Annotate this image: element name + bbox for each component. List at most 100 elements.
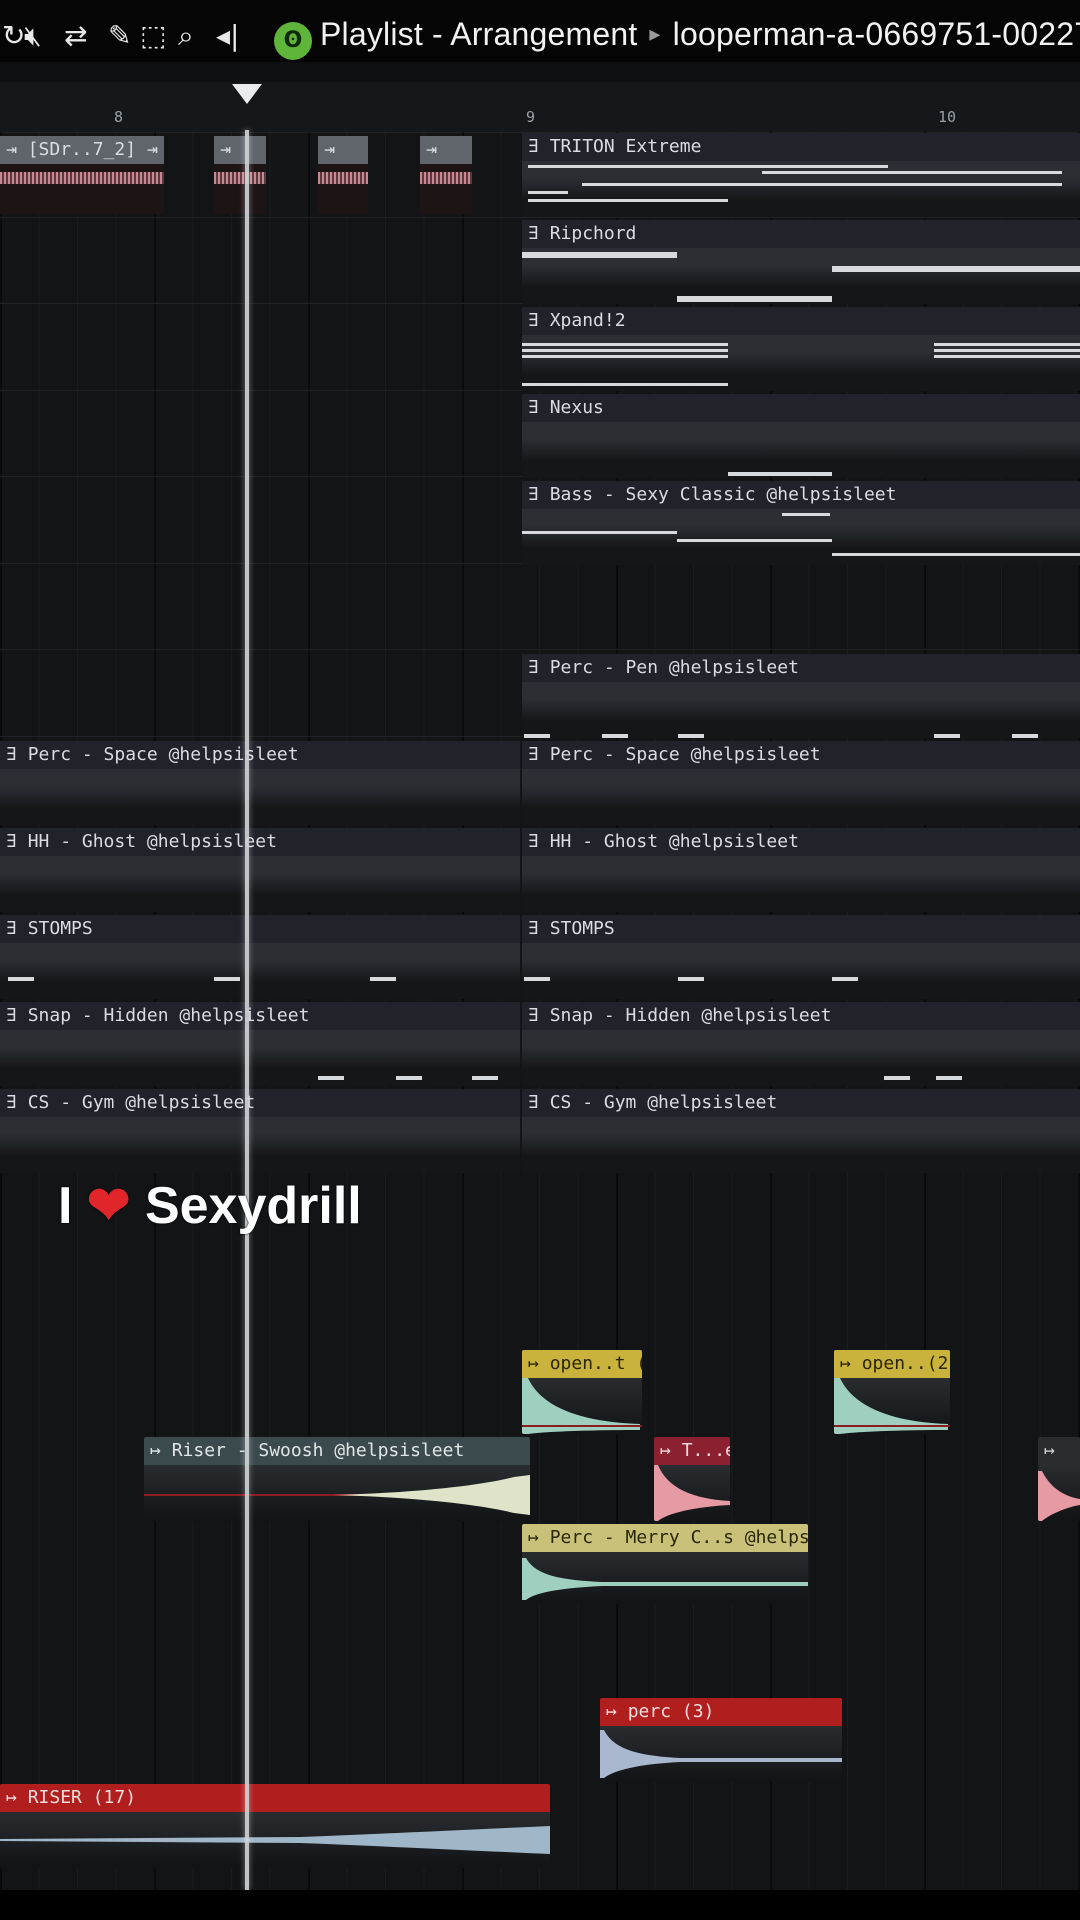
waveform (1038, 1471, 1080, 1521)
clip-label: Perc - Space @helpsisleet (27, 744, 299, 765)
note (522, 252, 677, 258)
note (677, 296, 832, 302)
bar-number: 10 (938, 108, 957, 126)
paint-icon[interactable]: ✎ (108, 22, 131, 50)
slip-icon[interactable]: ⇄ (64, 22, 87, 50)
waveform (600, 1730, 842, 1778)
audio-clip-riser[interactable]: ↦ RISER (17) (0, 1784, 550, 1868)
clip-body (522, 248, 1080, 304)
clip-title: ∃ Snap - Hidden @helpsisleet (0, 1002, 520, 1030)
clip-label: perc (3) (627, 1701, 715, 1722)
pattern-clip-stomps[interactable]: ∃ STOMPS (0, 915, 520, 999)
pattern-clip[interactable]: ⇥ [SDr..7_2] ⇥ (0, 136, 164, 214)
clip-title: ∃ HH - Ghost @helpsisleet (522, 828, 1080, 856)
audio-clip-perc-merry[interactable]: ↦ Perc - Merry C..s @helpsisleet (522, 1524, 808, 1604)
audio-clip-open[interactable]: ↦ open..(2) (834, 1350, 950, 1434)
note (832, 266, 1080, 272)
clip-body (522, 335, 1080, 391)
mute-icon[interactable]: 🔇︎ (24, 22, 42, 50)
clip-label: STOMPS (27, 918, 93, 939)
select-icon[interactable]: ⬚ (140, 22, 166, 50)
audition-icon[interactable]: ◂| (216, 22, 240, 50)
audio-clip-riser-swoosh[interactable]: ↦ Riser - Swoosh @helpsisleet (144, 1437, 530, 1521)
pattern-clip-cs-gym[interactable]: ∃ CS - Gym @helpsisleet (0, 1089, 520, 1173)
pattern-clip-hh-ghost[interactable]: ∃ HH - Ghost @helpsisleet (522, 828, 1080, 912)
pattern-clip-stomps[interactable]: ∃ STOMPS (522, 915, 1080, 999)
window-title-text: Playlist - Arrangement (320, 16, 638, 52)
note (522, 531, 677, 534)
bar-number: 9 (526, 108, 536, 126)
note (934, 355, 1080, 358)
pattern-clip-hh-ghost[interactable]: ∃ HH - Ghost @helpsisleet (0, 828, 520, 912)
waveform (654, 1465, 730, 1521)
pattern-clip-perc-space[interactable]: ∃ Perc - Space @helpsisleet (522, 741, 1080, 825)
note (934, 349, 1080, 352)
pattern-clip-ripchord[interactable]: ∃ Ripchord (522, 220, 1080, 304)
note (782, 513, 830, 516)
clip-body (522, 1117, 1080, 1173)
pattern-clip-xpand[interactable]: ∃ Xpand!2 (522, 307, 1080, 391)
pattern-clip-perc-space[interactable]: ∃ Perc - Space @helpsisleet (0, 741, 520, 825)
clip-label: Snap - Hidden @helpsisleet (27, 1005, 310, 1026)
note (214, 977, 240, 981)
playlist-toolbar: ↻ 🔇︎ ⇄ ✎ ⬚ ⌕ ◂| ʘ Playlist - Arrangement… (0, 0, 1080, 62)
clip-title: ∃ Bass - Sexy Classic @helpsisleet (522, 481, 1080, 509)
note (522, 383, 728, 386)
undo-icon[interactable]: ↻ (2, 22, 25, 50)
note (677, 539, 832, 542)
playhead[interactable] (245, 130, 249, 1890)
pattern-clip[interactable]: ⇥ (420, 136, 472, 214)
clip-title: ↦ Riser - Swoosh @helpsisleet (144, 1437, 530, 1465)
clip-title: ⇥ (420, 136, 472, 164)
clip-body (214, 164, 266, 214)
clip-label: T...et (681, 1440, 730, 1461)
clip-body (522, 769, 1080, 825)
window-title: Playlist - Arrangement ▸ looperman-a-06697… (320, 16, 1080, 53)
clip-body (522, 682, 1080, 738)
pattern-clip-perc-pen[interactable]: ∃ Perc - Pen @helpsisleet (522, 654, 1080, 738)
clip-label: Snap - Hidden @helpsisleet (549, 1005, 832, 1026)
clip-title: ∃ TRITON Extreme (522, 133, 1080, 161)
waveform (318, 172, 368, 184)
clip-label: open..(2) (861, 1353, 950, 1374)
pattern-clip-snap-hidden[interactable]: ∃ Snap - Hidden @helpsisleet (0, 1002, 520, 1086)
playhead-marker-icon[interactable] (232, 84, 262, 104)
pattern-clip-bass[interactable]: ∃ Bass - Sexy Classic @helpsisleet (522, 481, 1080, 565)
audio-clip-open[interactable]: ↦ open..t (2) (522, 1350, 642, 1434)
pattern-clip-cs-gym[interactable]: ∃ CS - Gym @helpsisleet (522, 1089, 1080, 1173)
heart-icon: ❤ (86, 1177, 131, 1235)
pattern-clip-nexus[interactable]: ∃ Nexus (522, 394, 1080, 478)
clip-label: HH - Ghost @helpsisleet (549, 831, 799, 852)
note (472, 1076, 498, 1080)
note (762, 171, 1062, 174)
clip-title: ∃ HH - Ghost @helpsisleet (0, 828, 520, 856)
note (678, 977, 704, 981)
clip-title: ∃ Snap - Hidden @helpsisleet (522, 1002, 1080, 1030)
note (728, 472, 832, 476)
clip-label: RISER (17) (27, 1787, 137, 1808)
clip-title: ∃ STOMPS (522, 915, 1080, 943)
pattern-clip-triton[interactable]: ∃ TRITON Extreme (522, 133, 1080, 217)
audio-clip-perc[interactable]: ↦ perc (3) (600, 1698, 842, 1782)
track-separator (0, 649, 1080, 650)
clip-body (420, 164, 472, 214)
note (884, 1076, 910, 1080)
clip-title: ↦ perc (3) (600, 1698, 842, 1726)
video-caption: I ❤ Sexydrill (58, 1176, 362, 1236)
pattern-clip[interactable]: ⇥ (214, 136, 266, 214)
clip-body (522, 943, 1080, 999)
clip-title: ↦ open..t (2) (522, 1350, 642, 1378)
clip-title: ∃ Perc - Space @helpsisleet (0, 741, 520, 769)
timeline-overview[interactable] (0, 62, 1080, 82)
note (522, 355, 728, 358)
pattern-clip[interactable]: ⇥ (318, 136, 368, 214)
waveform (0, 1826, 550, 1854)
pattern-clip-snap-hidden[interactable]: ∃ Snap - Hidden @helpsisleet (522, 1002, 1080, 1086)
zoom-icon[interactable]: ⌕ (178, 22, 194, 50)
clip-title: ↦ (1038, 1437, 1080, 1465)
note (678, 734, 704, 738)
audio-clip[interactable]: ↦ (1038, 1437, 1080, 1521)
clip-title: ∃ Ripchord (522, 220, 1080, 248)
clip-title: ∃ CS - Gym @helpsisleet (0, 1089, 520, 1117)
audio-clip-t-et[interactable]: ↦ T...et (654, 1437, 730, 1521)
